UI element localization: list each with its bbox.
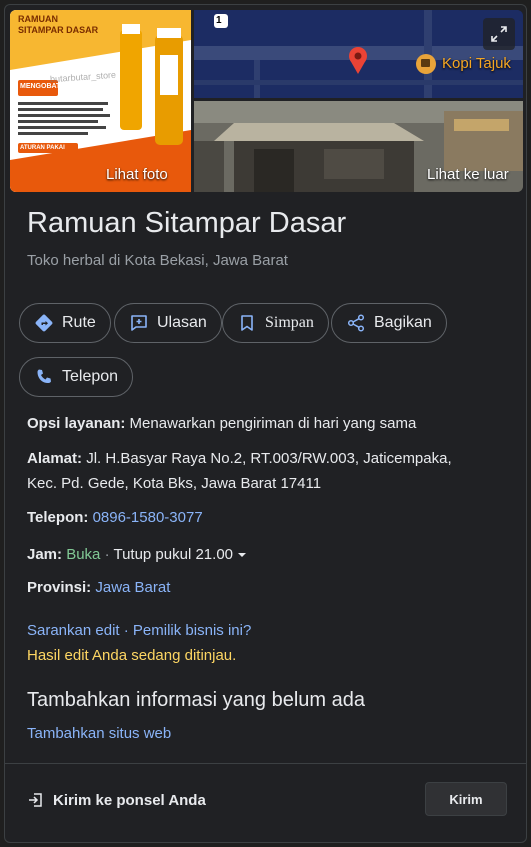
directions-label: Rute [62,314,96,331]
bookmark-icon [241,315,253,331]
province-link[interactable]: Jawa Barat [95,579,170,596]
road-badge: 1 [216,15,222,26]
hours-separator: · [100,546,114,563]
province-label: Provinsi: [27,579,92,596]
add-website-link[interactable]: Tambahkan situs web [27,721,171,746]
divider [5,763,526,764]
address-line-2: Kec. Pd. Gede, Kota Bks, Jawa Barat 1741… [27,475,322,492]
product-photo[interactable]: RAMUAN SITAMPAR DASAR MENGOBATI ATURAN P… [10,10,191,192]
edit-pending-notice: Hasil edit Anda sedang ditinjau. [27,647,237,664]
send-to-device-icon [29,793,42,807]
see-photos-caption[interactable]: Lihat foto [106,166,176,192]
caret-down-icon[interactable] [237,550,247,560]
phone-link[interactable]: 0896-1580-3077 [93,509,203,526]
phone-row: Telepon: 0896-1580-3077 [27,505,203,530]
map-roads [194,10,523,98]
product-usage-tag: ATURAN PAKAI [20,145,65,151]
send-button[interactable]: Kirim [425,782,507,816]
address-row: Alamat: Jl. H.Basyar Raya No.2, RT.003/R… [27,446,452,496]
address-line-1: Jl. H.Basyar Raya No.2, RT.003/RW.003, J… [86,450,452,467]
review-icon [131,315,147,331]
see-outside-caption[interactable]: Lihat ke luar [427,166,517,192]
save-label: Simpan [265,314,314,331]
claim-business-link[interactable]: Pemilik bisnis ini? [133,622,251,639]
expand-map-button[interactable] [483,18,515,50]
hours-row[interactable]: Jam: Buka · Tutup pukul 21.00 [27,542,247,567]
edit-row: Sarankan edit · Pemilik bisnis ini? [27,618,251,643]
save-button[interactable]: Simpan [222,303,329,343]
send-to-phone-label: Kirim ke ponsel Anda [53,791,206,809]
phone-icon [37,369,51,384]
expand-icon [491,26,507,42]
place-name: Ramuan Sitampar Dasar [27,207,347,239]
directions-icon [35,314,53,332]
service-options-label: Opsi layanan: [27,415,126,432]
open-status: Buka [66,546,101,563]
directions-button[interactable]: Rute [19,303,111,343]
review-label: Ulasan [157,314,207,331]
share-button[interactable]: Bagikan [331,303,447,343]
review-button[interactable]: Ulasan [114,303,222,343]
call-button[interactable]: Telepon [19,357,134,397]
edit-separator: · [119,622,133,639]
share-icon [347,314,365,332]
address-label: Alamat: [27,450,83,467]
map-place-label: Kopi Tajuk [442,55,511,72]
suggest-edit-link[interactable]: Sarankan edit [27,622,120,639]
call-label: Telepon [62,368,119,385]
add-missing-info-heading: Tambahkan informasi yang belum ada [27,689,365,711]
province-row: Provinsi: Jawa Barat [27,575,170,600]
photo-strip: RAMUAN SITAMPAR DASAR MENGOBATI ATURAN P… [10,10,523,192]
phone-label: Telepon: [27,509,89,526]
send-to-phone-row: Kirim ke ponsel Anda [27,791,206,809]
share-label: Bagikan [374,314,432,331]
service-options-row: Opsi layanan: Menawarkan pengiriman di h… [27,411,416,436]
map-thumbnail[interactable]: 1 Kopi Tajuk [194,10,523,98]
street-view-thumbnail[interactable]: Lihat ke luar [194,101,523,192]
service-options-value: Menawarkan pengiriman di hari yang sama [129,415,417,432]
closing-time: Tutup pukul 21.00 [113,546,233,563]
product-photo-art [10,10,191,192]
knowledge-panel: RAMUAN SITAMPAR DASAR MENGOBATI ATURAN P… [4,4,527,843]
product-tag: MENGOBATI [20,83,63,90]
hours-label: Jam: [27,546,63,563]
place-category: Toko herbal di Kota Bekasi, Jawa Barat [27,252,288,269]
product-brand: RAMUAN SITAMPAR DASAR [18,14,99,35]
